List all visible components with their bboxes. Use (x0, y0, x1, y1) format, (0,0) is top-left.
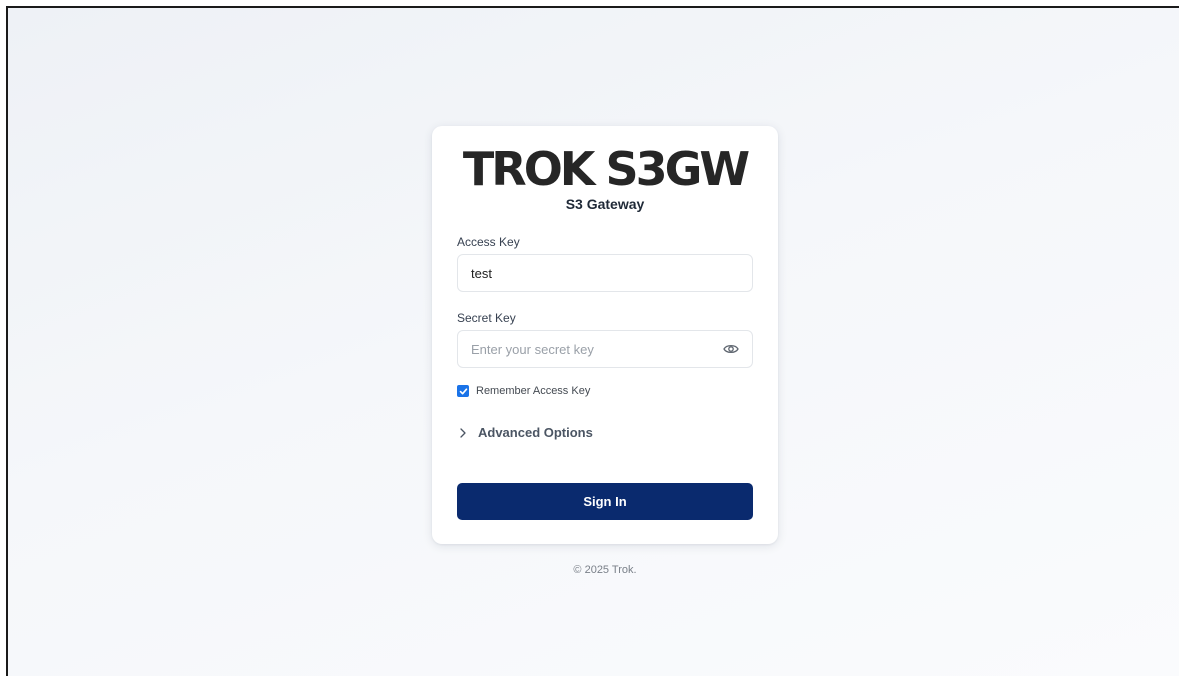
advanced-options-label: Advanced Options (478, 425, 593, 440)
secret-key-input[interactable] (457, 330, 753, 368)
check-icon (459, 387, 467, 394)
access-key-input[interactable] (457, 254, 753, 292)
secret-key-label: Secret Key (457, 311, 516, 325)
chevron-right-icon (460, 427, 466, 438)
remember-label: Remember Access Key (476, 385, 591, 397)
login-card: TROK S3GW S3 Gateway Access Key Secret K… (432, 126, 778, 544)
remember-checkbox[interactable] (457, 385, 469, 397)
access-key-label: Access Key (457, 235, 520, 249)
sign-in-button[interactable]: Sign In (457, 483, 753, 520)
eye-icon[interactable] (723, 343, 739, 355)
login-page: TROK S3GW S3 Gateway Access Key Secret K… (6, 6, 1179, 676)
advanced-options-toggle[interactable]: Advanced Options (457, 425, 593, 440)
footer-copyright: © 2025 Trok. (573, 564, 637, 576)
logo: TROK S3GW (462, 142, 750, 196)
remember-access-key[interactable]: Remember Access Key (457, 385, 590, 397)
app-subtitle: S3 Gateway (565, 196, 645, 212)
